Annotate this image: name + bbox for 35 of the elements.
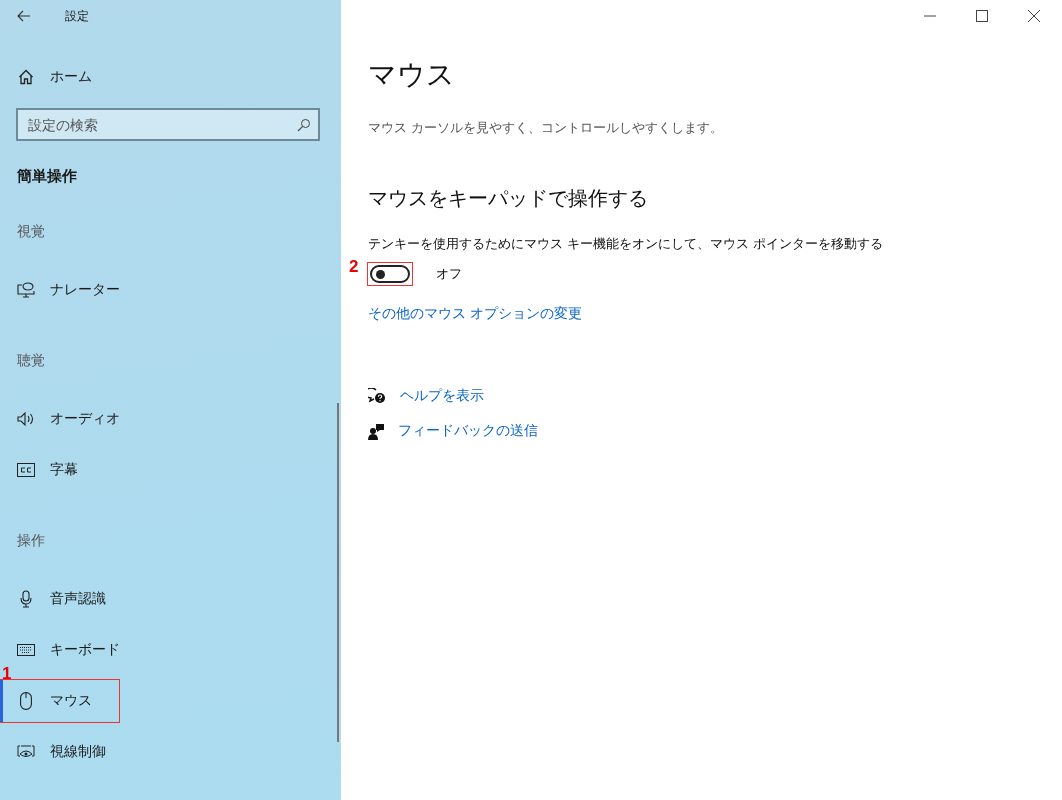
nav-item[interactable]: 視線制御 xyxy=(0,730,120,773)
microphone-icon xyxy=(17,589,35,608)
back-arrow-icon[interactable] xyxy=(17,10,31,22)
setting-description: テンキーを使用するためにマウス キー機能をオンにして、マウス ポインターを移動する xyxy=(368,236,884,253)
group-heading: 操作 xyxy=(16,531,46,550)
closed-captions-icon xyxy=(17,462,35,477)
section-heading: マウスをキーパッドで操作する xyxy=(368,185,649,212)
nav-item[interactable]: オーディオ xyxy=(0,397,120,440)
page-title: マウス xyxy=(368,58,456,92)
nav-item[interactable]: 字幕 xyxy=(0,448,120,491)
home-icon xyxy=(18,69,34,85)
group-heading: 聴覚 xyxy=(16,351,46,370)
close-icon[interactable] xyxy=(1028,10,1040,22)
speaker-icon xyxy=(17,410,35,427)
help-link[interactable]: ヘルプを表示 xyxy=(400,387,484,405)
eye-monitor-icon xyxy=(17,744,35,759)
callout-number: 2 xyxy=(349,257,359,277)
group-heading: 視覚 xyxy=(16,222,46,241)
keyboard-icon xyxy=(17,643,35,656)
search-field[interactable]: 設定の検索 xyxy=(16,108,320,141)
nav-item[interactable]: ナレーター xyxy=(0,268,120,311)
section-title: 簡単操作 xyxy=(16,166,78,187)
help-link[interactable]: フィードバックの送信 xyxy=(398,422,538,440)
page-subtitle: マウス カーソルを見やすく、コントロールしやすくします。 xyxy=(368,120,724,137)
nav-item[interactable]: 音声認識 xyxy=(0,577,120,620)
feedback-person-icon xyxy=(368,422,384,440)
monitor-speech-icon xyxy=(17,281,35,298)
toggle-state-label: オフ xyxy=(436,265,462,283)
search-icon xyxy=(297,118,311,132)
toggle-switch[interactable] xyxy=(370,265,410,283)
window-title: 設定 xyxy=(65,7,89,25)
mouse-icon xyxy=(17,691,35,710)
home-nav-item[interactable]: ホーム xyxy=(0,60,341,94)
mouse-options-link[interactable]: その他のマウス オプションの変更 xyxy=(368,305,583,323)
maximize-icon[interactable] xyxy=(976,10,988,22)
